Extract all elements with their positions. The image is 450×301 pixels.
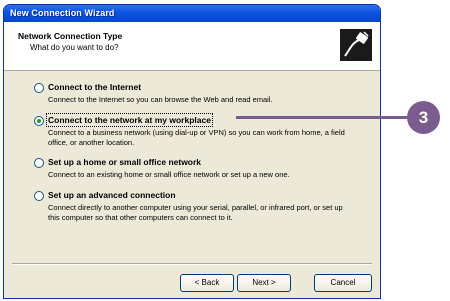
option-description: Connect to an existing home or small off… <box>48 170 290 179</box>
option-label[interactable]: Set up an advanced connection <box>48 190 176 200</box>
option-label[interactable]: Set up a home or small office network <box>48 157 201 167</box>
wizard-header: Network Connection Type What do you want… <box>4 22 380 71</box>
window-title: New Connection Wizard <box>10 8 115 18</box>
cancel-button[interactable]: Cancel <box>314 274 372 292</box>
option-description: Connect directly to another computer usi… <box>48 203 343 222</box>
option-description: Connect to the Internet so you can brows… <box>48 95 273 104</box>
radio-button[interactable] <box>34 158 44 168</box>
step-callout-badge: 3 <box>407 101 440 134</box>
option-description: Connect to a business network (using dia… <box>48 128 345 147</box>
radio-button[interactable] <box>34 83 44 93</box>
option-label[interactable]: Connect to the Internet <box>48 82 141 92</box>
option-label[interactable]: Connect to the network at my workplace <box>46 113 213 127</box>
wizard-window: New Connection Wizard Network Connection… <box>3 4 381 299</box>
radio-button[interactable] <box>34 191 44 201</box>
header-title: Network Connection Type <box>18 31 123 41</box>
next-button[interactable]: Next > <box>237 274 291 292</box>
back-button[interactable]: < Back <box>180 274 234 292</box>
callout-pointer-line <box>236 116 416 119</box>
network-plug-icon <box>340 29 372 61</box>
title-bar[interactable]: New Connection Wizard <box>4 5 380 22</box>
radio-button-selected[interactable] <box>34 116 44 126</box>
footer-divider <box>12 263 372 265</box>
header-subtitle: What do you want to do? <box>30 43 119 52</box>
